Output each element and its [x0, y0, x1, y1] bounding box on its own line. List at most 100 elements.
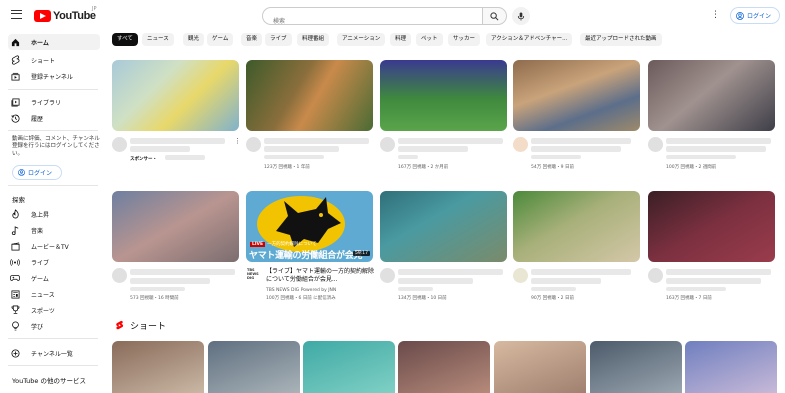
video-title-placeholder[interactable] — [264, 138, 369, 144]
video-title-placeholder[interactable] — [130, 138, 225, 144]
video-thumbnail[interactable] — [380, 191, 507, 262]
chip-soccer[interactable]: サッカー — [448, 33, 481, 46]
video-title-placeholder[interactable] — [398, 138, 503, 144]
video-title[interactable]: 【ライブ】ヤマト運輸の一方的契約解除について労働組合が会見... — [266, 268, 376, 284]
chip-news[interactable]: ニュース — [142, 33, 174, 46]
video-thumbnail[interactable] — [112, 60, 239, 131]
video-title-placeholder[interactable] — [666, 138, 771, 144]
video-duration: 59:17 — [353, 251, 370, 256]
sidebar-item-live[interactable]: ライブ — [8, 254, 100, 270]
channel-name-placeholder[interactable] — [531, 287, 576, 291]
channel-avatar[interactable] — [380, 268, 395, 283]
video-title-placeholder[interactable] — [398, 146, 468, 152]
short-thumbnail[interactable] — [685, 341, 777, 393]
sidebar-item-gaming[interactable]: ゲーム — [8, 270, 100, 286]
video-thumbnail[interactable] — [648, 60, 775, 131]
channel-avatar[interactable] — [246, 137, 261, 152]
login-button[interactable]: ログイン — [730, 7, 780, 24]
channel-name-placeholder[interactable] — [531, 155, 581, 159]
short-thumbnail[interactable] — [303, 341, 395, 393]
sidebar-item-shorts[interactable]: ショート — [8, 52, 100, 68]
chip-pets[interactable]: ペット — [416, 33, 443, 46]
thumbnail-overlay-title: ヤマト運輸の労働組合が会見 — [249, 251, 363, 261]
video-title-placeholder[interactable] — [398, 269, 503, 275]
channel-avatar-tbs[interactable]: TBS NEWS DIG — [247, 268, 261, 280]
video-title-placeholder[interactable] — [531, 146, 621, 152]
channel-avatar[interactable] — [648, 268, 663, 283]
chip-all[interactable]: すべて — [112, 33, 138, 46]
channel-name-placeholder[interactable] — [398, 287, 433, 291]
video-title-placeholder[interactable] — [264, 146, 339, 152]
chip-action-adventure[interactable]: アクション＆アドベンチャー... — [486, 33, 573, 46]
video-title-placeholder[interactable] — [130, 269, 235, 275]
short-thumbnail[interactable] — [112, 341, 204, 393]
chip-games[interactable]: ゲーム — [207, 33, 234, 46]
channel-avatar[interactable] — [380, 137, 395, 152]
channel-name-placeholder[interactable] — [666, 287, 726, 291]
account-icon — [736, 11, 744, 20]
voice-search-button[interactable] — [512, 7, 530, 25]
chip-cooking-shows[interactable]: 料理番組 — [297, 33, 330, 46]
sidebar-item-music[interactable]: 音楽 — [8, 222, 100, 238]
video-title-placeholder[interactable] — [666, 146, 766, 152]
sidebar-login-button[interactable]: ログイン — [12, 165, 62, 180]
chip-music[interactable]: 音楽 — [241, 33, 263, 46]
channel-name-placeholder[interactable] — [264, 155, 324, 159]
short-thumbnail[interactable] — [398, 341, 490, 393]
sidebar-divider — [8, 89, 98, 90]
video-thumbnail[interactable] — [648, 191, 775, 262]
chip-live[interactable]: ライブ — [265, 33, 292, 46]
video-title-placeholder[interactable] — [531, 138, 631, 144]
search-button[interactable] — [482, 7, 507, 25]
sidebar-item-channel-list[interactable]: チャンネル一覧 — [8, 345, 100, 361]
shorts-title: ショート — [130, 322, 167, 332]
video-thumbnail[interactable] — [380, 60, 507, 131]
sidebar-divider — [8, 130, 98, 131]
chip-recently-uploaded[interactable]: 最近アップロードされた動画 — [580, 33, 662, 46]
channel-name-placeholder[interactable] — [130, 287, 185, 291]
sidebar-item-movies[interactable]: ムービー＆TV — [8, 238, 100, 254]
chip-cooking[interactable]: 料理 — [390, 33, 412, 46]
sidebar-item-news[interactable]: ニュース — [8, 286, 100, 302]
short-thumbnail[interactable] — [208, 341, 300, 393]
menu-icon[interactable] — [11, 10, 22, 19]
short-thumbnail[interactable] — [590, 341, 682, 393]
video-title-placeholder[interactable] — [398, 278, 473, 284]
short-thumbnail[interactable] — [494, 341, 586, 393]
sidebar-item-label: ムービー＆TV — [31, 243, 69, 251]
channel-name-placeholder[interactable] — [666, 155, 736, 159]
chip-animation[interactable]: アニメーション — [337, 33, 386, 46]
video-title-placeholder[interactable] — [531, 278, 601, 284]
sidebar-item-sports[interactable]: スポーツ — [8, 302, 100, 318]
channel-avatar[interactable] — [112, 137, 127, 152]
channel-avatar[interactable] — [513, 137, 528, 152]
video-thumbnail[interactable]: LIVE 一方的契約解除について ヤマト運輸の労働組合が会見 59:17 — [246, 191, 373, 262]
sidebar-item-subscriptions[interactable]: 登録チャンネル — [8, 68, 100, 84]
sidebar-item-learning[interactable]: 学び — [8, 318, 100, 334]
sidebar-item-home[interactable]: ホーム — [8, 34, 100, 50]
search-input[interactable] — [263, 13, 463, 30]
youtube-logo[interactable]: YouTube — [34, 9, 96, 23]
video-thumbnail[interactable] — [513, 191, 640, 262]
settings-kebab-icon[interactable]: ⋮ — [711, 10, 720, 20]
sidebar-item-library[interactable]: ライブラリ — [8, 94, 100, 110]
video-title-placeholder[interactable] — [130, 278, 210, 284]
video-thumbnail[interactable] — [246, 60, 373, 131]
channel-avatar[interactable] — [513, 268, 528, 283]
video-meta: 134万 回視聴・10 日前 — [398, 296, 447, 301]
video-title-placeholder[interactable] — [666, 278, 761, 284]
video-thumbnail[interactable] — [112, 191, 239, 262]
video-title-placeholder[interactable] — [531, 269, 631, 275]
channel-name[interactable]: TBS NEWS DIG Powered by JNN — [266, 288, 336, 293]
sidebar-item-history[interactable]: 履歴 — [8, 110, 100, 126]
channel-name-placeholder[interactable] — [398, 155, 418, 159]
channel-avatar[interactable] — [112, 268, 127, 283]
video-thumbnail[interactable] — [513, 60, 640, 131]
video-title-placeholder[interactable] — [130, 146, 190, 152]
video-title-placeholder[interactable] — [666, 269, 771, 275]
gaming-icon — [8, 271, 22, 285]
chip-sightseeing[interactable]: 観光 — [183, 33, 205, 46]
channel-avatar[interactable] — [648, 137, 663, 152]
sidebar-item-trending[interactable]: 急上昇 — [8, 206, 100, 222]
more-options-icon[interactable]: ⋮ — [234, 137, 241, 145]
